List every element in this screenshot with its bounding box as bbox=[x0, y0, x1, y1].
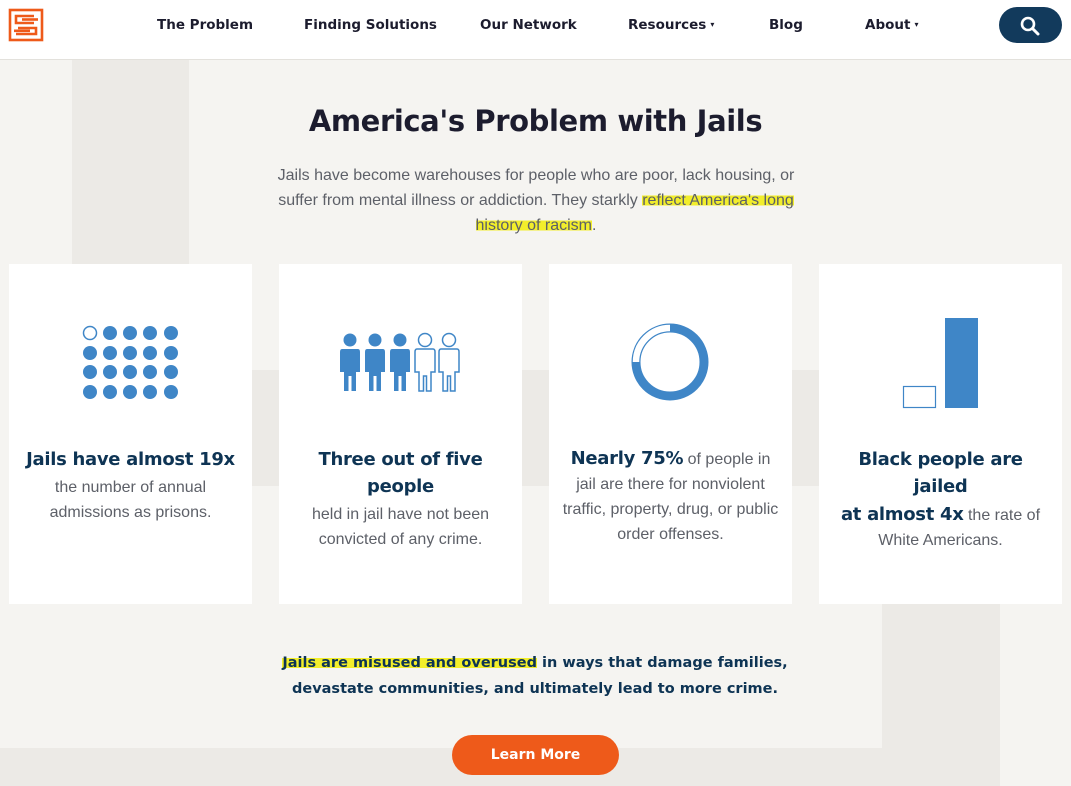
nav-label: Resources bbox=[628, 17, 707, 33]
stat-highlight: Nearly 75% bbox=[570, 448, 684, 469]
nav-the-problem[interactable]: The Problem bbox=[157, 17, 253, 33]
summary-highlight: Jails are misused and overused bbox=[282, 655, 537, 671]
donut-chart-icon bbox=[631, 323, 709, 401]
nav-about[interactable]: About ▾ bbox=[865, 17, 918, 33]
nav-blog[interactable]: Blog bbox=[769, 17, 803, 33]
nav-label: The Problem bbox=[157, 17, 254, 33]
stat-text: Black people are jailed at almost 4x the… bbox=[831, 446, 1050, 553]
nav-finding-solutions[interactable]: Finding Solutions bbox=[304, 17, 437, 33]
stat-body: held in jail have not been convicted of … bbox=[311, 506, 490, 548]
nav-label: Blog bbox=[769, 17, 803, 33]
search-icon bbox=[1020, 16, 1040, 36]
dot-grid-icon bbox=[82, 325, 178, 399]
nav-label: About bbox=[865, 17, 911, 33]
intro-end: . bbox=[592, 217, 597, 234]
intro-text: Jails have become warehouses for people … bbox=[266, 163, 806, 238]
stat-card-convicted: Three out of five people held in jail ha… bbox=[279, 264, 522, 604]
stat-headline: Jails have almost 19x bbox=[26, 449, 235, 470]
maze-logo-icon[interactable] bbox=[8, 8, 44, 42]
stat-card-admissions: Jails have almost 19x the number of annu… bbox=[9, 264, 252, 604]
stat-highlight: at almost 4x bbox=[840, 504, 964, 525]
bar-comparison-icon bbox=[902, 318, 978, 409]
learn-more-button[interactable]: Learn More bbox=[452, 735, 619, 775]
stat-text: Three out of five people held in jail ha… bbox=[291, 446, 510, 552]
stat-text: Jails have almost 19x the number of annu… bbox=[21, 446, 240, 525]
people-icon bbox=[340, 332, 460, 392]
bg-block-right bbox=[882, 604, 1000, 786]
nav-label: Finding Solutions bbox=[304, 17, 437, 33]
site-header: The Problem Finding Solutions Our Networ… bbox=[0, 0, 1071, 60]
chevron-down-icon: ▾ bbox=[914, 20, 919, 29]
summary-statement: Jails are misused and overused in ways t… bbox=[240, 650, 830, 702]
stat-headline: Black people are jailed bbox=[858, 449, 1023, 497]
stat-headline: Three out of five people bbox=[318, 449, 483, 497]
search-button[interactable] bbox=[999, 7, 1062, 43]
stat-body: the number of annual admissions as priso… bbox=[49, 479, 212, 521]
stat-card-nonviolent: Nearly 75% of people in jail are there f… bbox=[549, 264, 792, 604]
nav-resources[interactable]: Resources ▾ bbox=[628, 17, 714, 33]
bg-block-bottom bbox=[0, 748, 882, 786]
stat-text: Nearly 75% of people in jail are there f… bbox=[561, 446, 780, 547]
stat-card-racial-disparity: Black people are jailed at almost 4x the… bbox=[819, 264, 1062, 604]
page-title: America's Problem with Jails bbox=[308, 104, 763, 138]
bg-block-left bbox=[72, 60, 189, 265]
nav-label: Our Network bbox=[480, 17, 577, 33]
chevron-down-icon: ▾ bbox=[710, 20, 715, 29]
nav-our-network[interactable]: Our Network bbox=[480, 17, 577, 33]
